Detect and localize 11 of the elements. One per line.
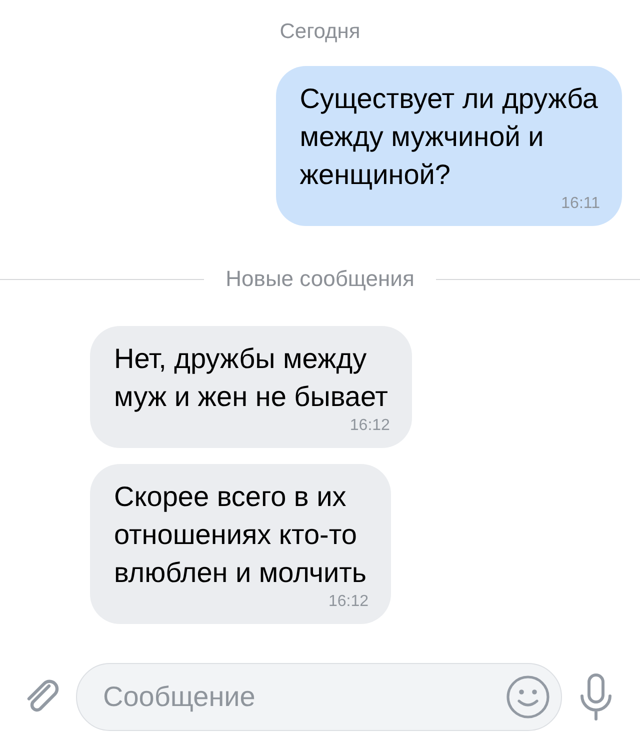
message-time: 16:11 — [561, 194, 600, 214]
new-messages-label: Новые сообщения — [226, 266, 414, 292]
message-text: Скорее всего в их отношениях кто-то влюблен и молчить — [114, 480, 366, 590]
date-label: Сегодня — [280, 20, 360, 44]
message-composer-field[interactable]: Сообщение — [76, 663, 562, 731]
message-input-field[interactable]: Сообщение — [101, 680, 505, 714]
message-text: Существует ли дружба между мужчиной и женщиной? — [300, 82, 598, 192]
message-time: 16:12 — [350, 416, 390, 436]
message-time: 16:12 — [328, 592, 368, 612]
message-text: Нет, дружбы между муж и жен не бывает — [114, 342, 388, 414]
smiley-icon[interactable] — [505, 674, 551, 720]
